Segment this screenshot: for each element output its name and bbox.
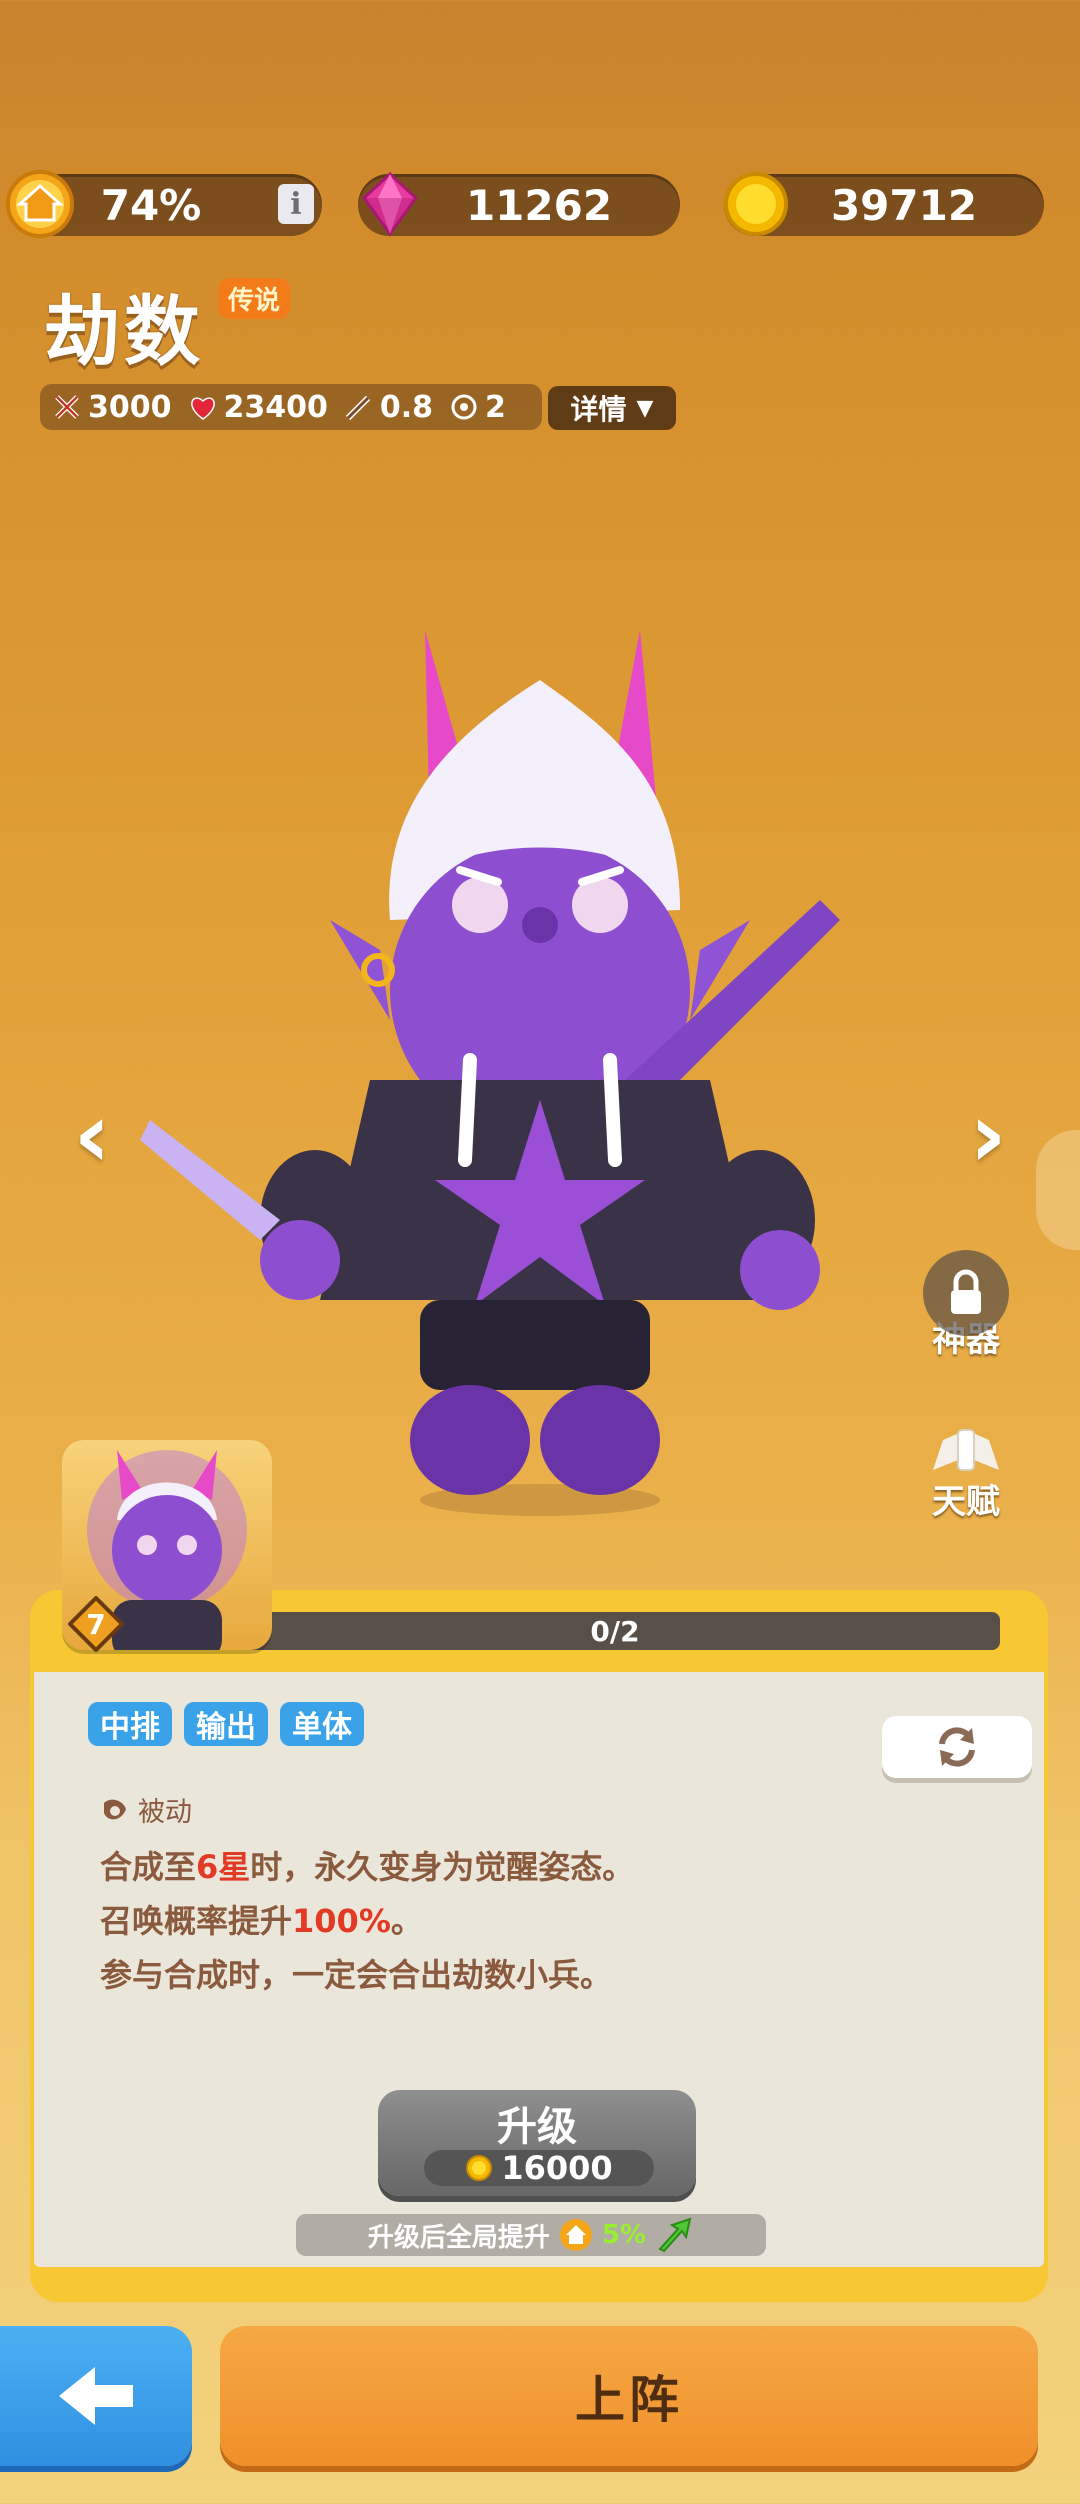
upgrade-bonus-value: 5% <box>601 2220 647 2250</box>
skill-line-1-highlight: 6星 <box>196 1848 251 1886</box>
talent-button[interactable]: 天赋 <box>916 1410 1016 1523</box>
deploy-label: 上阵 <box>575 2371 683 2429</box>
gem-icon <box>362 171 418 237</box>
skill-line-1-a: 合成至 <box>100 1848 197 1886</box>
upgrade-bonus-label: 升级后全局提升 <box>367 2222 550 2253</box>
range-value: 2 <box>485 389 506 425</box>
details-button[interactable]: 详情 ▼ <box>548 386 676 430</box>
level-number: 7 <box>86 1608 105 1641</box>
rarity-badge: 传说 <box>218 278 291 319</box>
gem-count: 11262 <box>465 180 613 230</box>
shard-progress-text: 0/2 <box>590 1614 640 1648</box>
coin-icon <box>466 2155 493 2181</box>
tag-role: 输出 <box>184 1702 268 1746</box>
attack-value: 3000 <box>88 389 172 425</box>
skill-line-2: 召唤概率提升100%。 <box>100 1896 423 1942</box>
skill-type: 被动 <box>100 1790 192 1829</box>
hp-value: 23400 <box>223 389 328 425</box>
tag-position: 中排 <box>88 1702 172 1746</box>
heart-icon <box>188 392 218 422</box>
swap-button[interactable] <box>882 1716 1032 1778</box>
home-power-icon <box>6 170 74 238</box>
upgrade-bonus-info: 升级后全局提升 5% <box>296 2214 766 2256</box>
power-percent: 74% <box>100 180 202 230</box>
skill-line-3: 参与合成时，一定会合出劫数小兵。 <box>100 1956 613 1994</box>
skill-line-2-highlight: 100% <box>292 1902 391 1940</box>
attack-icon <box>52 392 82 422</box>
info-button[interactable]: i <box>278 184 314 224</box>
arrow-up-icon <box>658 2217 692 2253</box>
speed-value: 0.8 <box>379 389 434 425</box>
hero-name: 劫数 <box>44 287 204 376</box>
hero-model <box>140 630 840 1516</box>
artifact-button[interactable]: 神器 <box>916 1250 1016 1361</box>
prev-hero-arrow[interactable]: ‹ <box>62 1083 122 1188</box>
passive-icon <box>104 1799 126 1819</box>
caret-down-icon: ▼ <box>636 395 654 421</box>
power-icon <box>559 2219 592 2251</box>
arrow-left-icon <box>59 2367 133 2425</box>
speed-icon <box>344 392 374 422</box>
details-label: 详情 <box>570 393 627 426</box>
upgrade-label: 升级 <box>497 2104 577 2150</box>
tag-target: 单体 <box>280 1702 364 1746</box>
refresh-icon <box>939 1727 975 1767</box>
upgrade-cost: 16000 <box>424 2149 654 2187</box>
skill-line-1: 合成至6星时，永久变身为觉醒姿态。 <box>100 1842 634 1888</box>
stats-bar: 3000 23400 0.8 2 <box>40 384 542 430</box>
skill-type-label: 被动 <box>138 1797 192 1828</box>
skill-line-2-a: 召唤概率提升 <box>100 1902 293 1940</box>
skill-line-2-c: 。 <box>390 1902 423 1940</box>
lock-icon <box>923 1250 1009 1336</box>
skill-line-1-c: 时，永久变身为觉醒姿态。 <box>250 1848 635 1886</box>
coin-icon <box>724 172 788 236</box>
back-button[interactable] <box>0 2326 192 2466</box>
deploy-button[interactable]: 上阵 <box>220 2326 1038 2466</box>
range-icon <box>449 392 479 422</box>
level-badge: 7 <box>68 1596 124 1652</box>
side-tab-edge[interactable] <box>1036 1130 1080 1250</box>
shard-progress-bar: 0/2 <box>230 1612 1000 1650</box>
next-hero-arrow[interactable]: › <box>958 1083 1018 1188</box>
upgrade-cost-value: 16000 <box>501 2149 613 2187</box>
coin-count: 39712 <box>830 180 978 230</box>
